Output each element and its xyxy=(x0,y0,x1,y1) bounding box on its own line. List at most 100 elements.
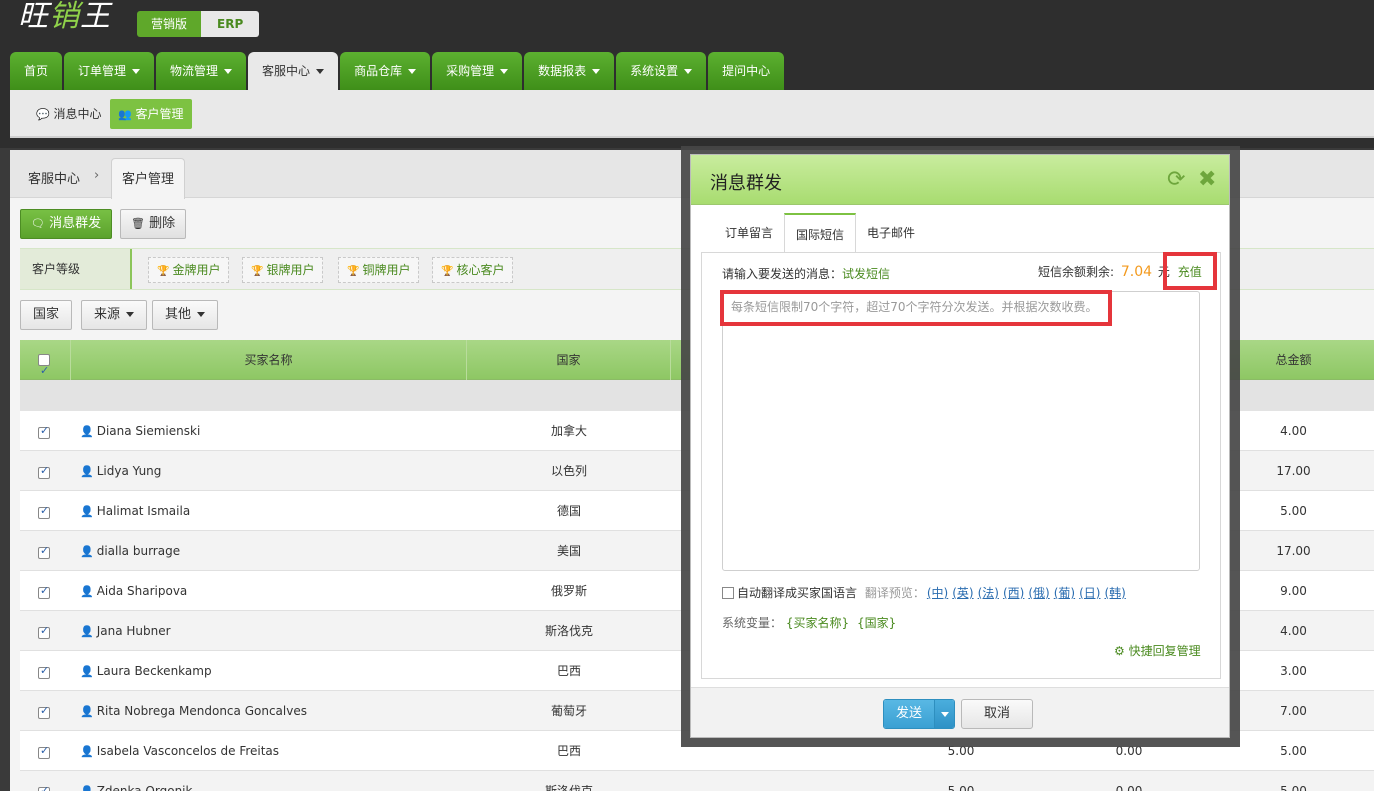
cancel-button[interactable]: 取消 xyxy=(961,699,1034,729)
system-vars-row: 系统变量： {买家名称} {国家} xyxy=(722,614,896,631)
row-checkbox[interactable] xyxy=(38,664,50,679)
translate-preview-lang-0[interactable]: (中) xyxy=(927,586,948,600)
buyer-name-cell[interactable]: 👤 Isabela Vasconcelos de Freitas xyxy=(80,731,279,771)
translate-row: 自动翻译成买家国语言 翻译预览： (中) (英) (法) (西) (俄) (葡) (日) (韩) xyxy=(722,584,1126,601)
buyer-name-cell[interactable]: 👤 Jana Hubner xyxy=(80,611,171,651)
level-filter-2[interactable]: 🏆 铜牌用户 xyxy=(338,257,420,283)
chat-icon: 🗨 xyxy=(31,217,45,230)
breadcrumb-parent[interactable]: 客服中心 xyxy=(28,168,80,187)
trial-sms-link[interactable]: 试发短信 xyxy=(842,267,890,281)
row-checkbox[interactable] xyxy=(38,624,50,639)
level-filter-1[interactable]: 🏆 银牌用户 xyxy=(242,257,324,283)
dialog-title: 消息群发 xyxy=(710,173,782,194)
buyer-name-cell[interactable]: 👤 Aida Sharipova xyxy=(80,571,187,611)
user-icon: 👤 xyxy=(80,585,94,598)
translate-preview-lang-6[interactable]: (日) xyxy=(1079,586,1100,600)
nav-tab-0[interactable]: 首页 xyxy=(10,52,63,90)
nav-tab-label: 数据报表 xyxy=(538,64,587,78)
header-buyer-name[interactable]: 买家名称 xyxy=(71,340,467,380)
nav-tab-2[interactable]: 物流管理 xyxy=(156,52,247,90)
translate-preview-lang-5[interactable]: (葡) xyxy=(1054,586,1075,600)
filter-source[interactable]: 来源 xyxy=(81,300,148,330)
country-cell: 以色列 xyxy=(550,464,587,478)
recharge-link[interactable]: 充值 xyxy=(1178,265,1202,279)
subnav-customer-mgmt[interactable]: 👥 客户管理 xyxy=(110,99,192,129)
edition-erp-button[interactable]: ERP xyxy=(201,11,260,37)
dialog-body: 请输入要发送的消息：试发短信 短信余额剩余: 7.04 元 充值 每条短信限制7… xyxy=(701,252,1221,679)
translate-preview-lang-3[interactable]: (西) xyxy=(1003,586,1024,600)
refresh-icon[interactable]: ⟳ xyxy=(1167,167,1185,192)
user-icon: 👤 xyxy=(80,772,94,791)
chevron-down-icon xyxy=(197,312,206,317)
send-button[interactable]: 发送 xyxy=(884,700,935,728)
nav-tab-1[interactable]: 订单管理 xyxy=(64,52,155,90)
nav-tab-7[interactable]: 系统设置 xyxy=(616,52,707,90)
user-icon: 👤 xyxy=(80,625,94,638)
buyer-name-cell[interactable]: 👤 Lidya Yung xyxy=(80,451,161,491)
breadcrumb-current-tab[interactable]: 客户管理 xyxy=(111,158,186,199)
buyer-name-cell[interactable]: 👤Zdenka Orgonik xyxy=(80,771,192,791)
row-checkbox[interactable] xyxy=(38,504,50,519)
nav-tab-5[interactable]: 采购管理 xyxy=(432,52,523,90)
dialog-footer: 发送 取消 xyxy=(691,687,1229,737)
country-cell: 德国 xyxy=(556,504,581,518)
nav-tab-6[interactable]: 数据报表 xyxy=(524,52,615,90)
buyer-name-cell[interactable]: 👤 dialla burrage xyxy=(80,531,180,571)
translate-preview-lang-7[interactable]: (韩) xyxy=(1104,586,1125,600)
chevron-down-icon xyxy=(592,69,601,74)
quick-reply-link[interactable]: ⚙ 快捷回复管理 xyxy=(1114,642,1201,659)
quick-reply-label: 快捷回复管理 xyxy=(1128,644,1201,658)
filter-country[interactable]: 国家 xyxy=(20,300,73,330)
tab-order-message[interactable]: 订单留言 xyxy=(714,213,784,253)
delete-label: 删除 xyxy=(149,216,176,231)
message-prompt-label: 请输入要发送的消息： xyxy=(722,267,843,281)
chevron-down-icon xyxy=(408,69,417,74)
translate-preview-lang-4[interactable]: (俄) xyxy=(1028,586,1049,600)
buyer-name-cell[interactable]: 👤 Diana Siemienski xyxy=(80,411,200,451)
close-icon[interactable]: ✖ xyxy=(1198,167,1216,192)
app-logo[interactable]: 旺销王 xyxy=(18,0,111,34)
row-checkbox[interactable] xyxy=(38,544,50,559)
select-all-checkbox[interactable] xyxy=(38,351,50,391)
logo-char-3: 王 xyxy=(80,0,111,34)
chevron-down-icon xyxy=(684,69,693,74)
level-filter-0[interactable]: 🏆 金牌用户 xyxy=(148,257,230,283)
sub-nav: 💬 消息中心 👥 客户管理 xyxy=(10,90,1374,138)
translate-preview-lang-1[interactable]: (英) xyxy=(952,586,973,600)
auto-translate-checkbox[interactable] xyxy=(722,587,734,599)
var-buyer-name[interactable]: {买家名称} xyxy=(786,616,849,630)
nav-tab-8[interactable]: 提问中心 xyxy=(708,52,785,90)
buyer-name-cell[interactable]: 👤 Laura Beckenkamp xyxy=(80,651,212,691)
trophy-icon: 🏆 xyxy=(157,266,170,277)
buyer-name: Diana Siemienski xyxy=(96,424,201,438)
edition-marketing-button[interactable]: 营销版 xyxy=(137,11,202,37)
row-checkbox[interactable] xyxy=(38,784,50,791)
user-icon: 👤 xyxy=(80,665,94,678)
sms-textarea[interactable]: 每条短信限制70个字符，超过70个字符分次发送。并根据次数收费。 xyxy=(722,291,1200,571)
var-country[interactable]: {国家} xyxy=(857,616,896,630)
gear-icon: ⚙ xyxy=(1114,644,1125,658)
user-icon: 👤 xyxy=(80,545,94,558)
filter-other[interactable]: 其他 xyxy=(152,300,219,330)
tab-email[interactable]: 电子邮件 xyxy=(856,213,926,253)
delete-button[interactable]: 🗑 删除 xyxy=(120,209,187,239)
header-country[interactable]: 国家 xyxy=(467,340,671,380)
nav-tab-4[interactable]: 商品仓库 xyxy=(340,52,431,90)
row-checkbox[interactable] xyxy=(38,464,50,479)
row-checkbox[interactable] xyxy=(38,424,50,439)
chevron-down-icon xyxy=(224,69,233,74)
table-row[interactable]: 👤Zdenka Orgonik 斯洛伐克 5.00 0.00 5.00 xyxy=(20,771,1374,791)
bulk-message-button[interactable]: 🗨 消息群发 xyxy=(20,209,113,239)
level-filter-3[interactable]: 🏆 核心客户 xyxy=(432,257,514,283)
subnav-message-center[interactable]: 💬 消息中心 xyxy=(28,99,110,129)
nav-tab-3[interactable]: 客服中心 xyxy=(248,52,339,90)
row-checkbox[interactable] xyxy=(38,704,50,719)
row-checkbox[interactable] xyxy=(38,584,50,599)
translate-preview-lang-2[interactable]: (法) xyxy=(978,586,999,600)
buyer-name-cell[interactable]: 👤 Rita Nobrega Mendonca Goncalves xyxy=(80,691,307,731)
user-icon: 👤 xyxy=(80,425,94,438)
tab-international-sms[interactable]: 国际短信 xyxy=(784,213,857,253)
send-dropdown-button[interactable] xyxy=(934,700,955,728)
buyer-name-cell[interactable]: 👤 Halimat Ismaila xyxy=(80,491,190,531)
row-checkbox[interactable] xyxy=(38,744,50,759)
